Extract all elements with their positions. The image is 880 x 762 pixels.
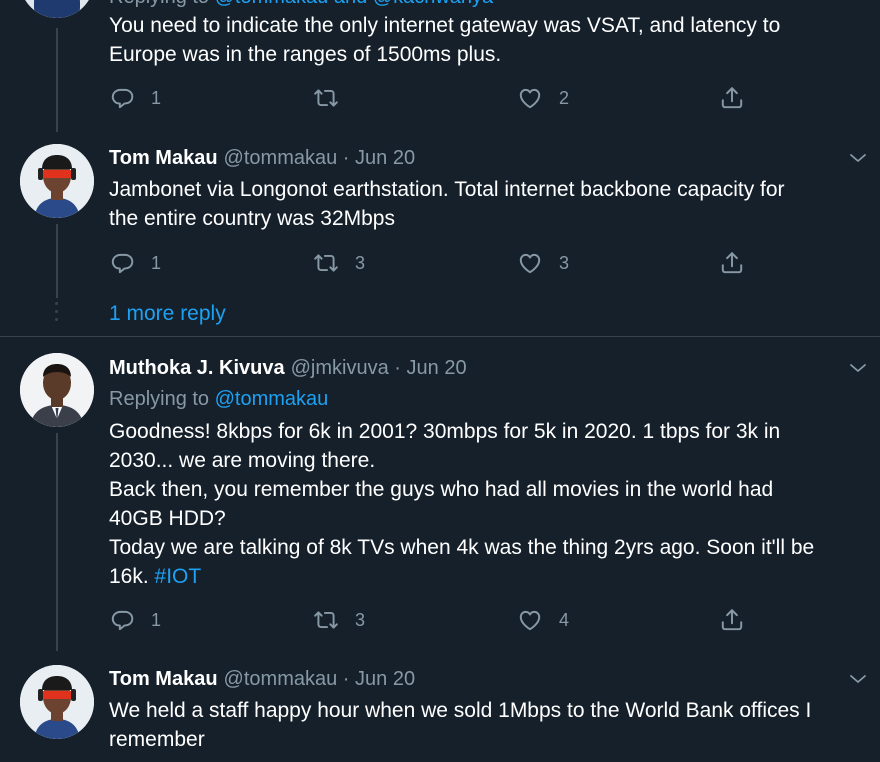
tweet-line: We held a staff happy hour when we sold … bbox=[109, 699, 812, 722]
tweet[interactable]: Tom Makau @tommakau · Jun 20 We held a st… bbox=[0, 657, 880, 762]
retweet-icon bbox=[313, 85, 339, 111]
share-icon bbox=[719, 85, 745, 111]
tweet-line: Back then, you remember the guys who had… bbox=[109, 478, 774, 501]
replying-to: Replying to @tommakau bbox=[109, 388, 329, 410]
tweet-line: Goodness! 8kbps for 6k in 2001? 30mbps f… bbox=[109, 420, 781, 443]
reply-button[interactable]: 1 bbox=[109, 84, 161, 112]
separator: · bbox=[394, 357, 401, 379]
share-button[interactable] bbox=[719, 606, 745, 634]
thread-line bbox=[56, 433, 58, 651]
tweet-line: You need to indicate the only internet g… bbox=[109, 14, 781, 37]
tweet-actions: 1 3 3 bbox=[109, 249, 769, 277]
share-icon bbox=[719, 607, 745, 633]
retweet-button[interactable] bbox=[313, 84, 339, 112]
retweet-count: 3 bbox=[355, 609, 366, 630]
like-icon bbox=[517, 250, 543, 276]
tweet-date[interactable]: Jun 20 bbox=[355, 668, 415, 690]
like-button[interactable]: 3 bbox=[517, 249, 569, 277]
reply-count: 1 bbox=[151, 252, 162, 273]
tweet-line: Today we are talking of 8k TVs when 4k w… bbox=[109, 536, 815, 559]
reply-button[interactable]: 1 bbox=[109, 606, 161, 634]
share-icon bbox=[719, 250, 745, 276]
tweet-line: Jambonet via Longonot earthstation. Tota… bbox=[109, 178, 785, 201]
tweet-date[interactable]: Jun 20 bbox=[407, 357, 467, 379]
thread-dots bbox=[54, 302, 60, 326]
like-count: 2 bbox=[559, 87, 570, 108]
user-handle[interactable]: @tommakau bbox=[224, 147, 338, 169]
tweet-header: Tom Makau @tommakau · Jun 20 bbox=[109, 146, 415, 170]
more-options-button[interactable] bbox=[848, 358, 868, 378]
tweet-header: Muthoka J. Kivuva @jmkivuva · Jun 20 bbox=[109, 356, 467, 380]
tweet-text: You need to indicate the only internet g… bbox=[109, 11, 869, 69]
like-icon bbox=[517, 85, 543, 111]
reply-icon bbox=[109, 607, 135, 633]
replying-to: Replying to @tommakau and @kachwanya bbox=[109, 0, 493, 10]
reply-button[interactable]: 1 bbox=[109, 249, 161, 277]
like-button[interactable]: 2 bbox=[517, 84, 569, 112]
share-button[interactable] bbox=[719, 84, 745, 112]
thread-line bbox=[56, 224, 58, 298]
separator: · bbox=[342, 668, 350, 690]
like-icon bbox=[517, 607, 543, 633]
avatar[interactable] bbox=[20, 144, 94, 218]
replying-handles[interactable]: @tommakau and @kachwanya bbox=[215, 0, 494, 8]
avatar[interactable] bbox=[20, 353, 94, 427]
reply-icon bbox=[109, 85, 135, 111]
tweet-previous[interactable]: Replying to @tommakau and @kachwanya You… bbox=[0, 0, 880, 136]
more-replies-link[interactable]: 1 more reply bbox=[109, 301, 226, 327]
tweet-text: Goodness! 8kbps for 6k in 2001? 30mbps f… bbox=[109, 417, 869, 591]
more-options-button[interactable] bbox=[848, 669, 868, 689]
like-button[interactable]: 4 bbox=[517, 606, 569, 634]
replying-handle[interactable]: @tommakau bbox=[215, 388, 329, 410]
separator: · bbox=[342, 147, 350, 169]
display-name[interactable]: Muthoka J. Kivuva bbox=[109, 357, 285, 379]
hashtag-link[interactable]: #IOT bbox=[155, 565, 202, 588]
retweet-button[interactable]: 3 bbox=[313, 249, 365, 277]
tweet-actions: 1 3 4 bbox=[109, 606, 769, 634]
chevron-down-icon bbox=[848, 669, 868, 689]
like-count: 3 bbox=[559, 252, 570, 273]
thread-line bbox=[56, 28, 58, 132]
tweet[interactable]: Muthoka J. Kivuva @jmkivuva · Jun 20 Repl… bbox=[0, 337, 880, 657]
retweet-count: 3 bbox=[355, 252, 366, 273]
tweet-line: 40GB HDD? bbox=[109, 507, 226, 530]
user-handle[interactable]: @jmkivuva bbox=[291, 357, 389, 379]
tweet-line: 16k. #IOT bbox=[109, 565, 202, 588]
tweet-text: Jambonet via Longonot earthstation. Tota… bbox=[109, 175, 869, 233]
reply-count: 1 bbox=[151, 87, 162, 108]
tweet-actions: 1 2 bbox=[109, 84, 769, 112]
reply-icon bbox=[109, 250, 135, 276]
chevron-down-icon bbox=[848, 358, 868, 378]
retweet-icon bbox=[313, 250, 339, 276]
user-handle[interactable]: @tommakau bbox=[224, 668, 338, 690]
tweet-line: the entire country was 32Mbps bbox=[109, 207, 395, 230]
display-name[interactable]: Tom Makau bbox=[109, 147, 218, 169]
more-options-button[interactable] bbox=[848, 148, 868, 168]
avatar[interactable] bbox=[20, 0, 94, 18]
tweet-line: 2030... we are moving there. bbox=[109, 449, 376, 472]
tweet-line: remember bbox=[109, 728, 205, 751]
chevron-down-icon bbox=[848, 148, 868, 168]
display-name[interactable]: Tom Makau bbox=[109, 668, 218, 690]
like-count: 4 bbox=[559, 609, 570, 630]
avatar[interactable] bbox=[20, 665, 94, 739]
retweet-icon bbox=[313, 607, 339, 633]
retweet-button[interactable]: 3 bbox=[313, 606, 365, 634]
tweet[interactable]: Tom Makau @tommakau · Jun 20 Jambonet via… bbox=[0, 136, 880, 336]
tweet-date[interactable]: Jun 20 bbox=[355, 147, 415, 169]
share-button[interactable] bbox=[719, 249, 745, 277]
tweet-line: Europe was in the ranges of 1500ms plus. bbox=[109, 43, 502, 66]
tweet-text: We held a staff happy hour when we sold … bbox=[109, 696, 869, 754]
tweet-header: Tom Makau @tommakau · Jun 20 bbox=[109, 667, 415, 691]
reply-count: 1 bbox=[151, 609, 162, 630]
